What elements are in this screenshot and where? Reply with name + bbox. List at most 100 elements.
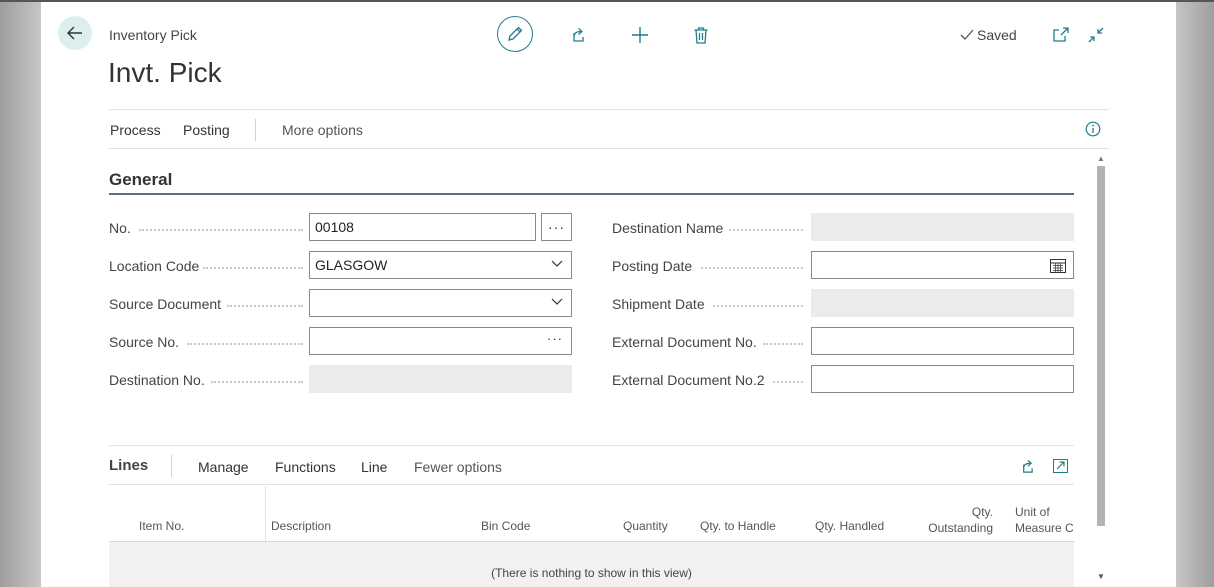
lines-actionbar-separator — [171, 455, 172, 477]
leader-dots — [139, 229, 303, 231]
ellipsis-icon[interactable]: ··· — [547, 331, 563, 346]
column-divider — [265, 486, 266, 542]
new-button[interactable] — [628, 24, 652, 46]
leader-dots — [187, 343, 303, 345]
edit-button[interactable] — [497, 16, 533, 52]
lines-action-line[interactable]: Line — [361, 459, 387, 475]
breadcrumb: Inventory Pick — [109, 27, 197, 43]
field-label-shipment-date: Shipment Date — [612, 296, 705, 312]
save-status-label: Saved — [977, 27, 1017, 43]
source-document-select[interactable] — [309, 289, 572, 317]
action-posting[interactable]: Posting — [183, 122, 230, 138]
external-document-no-field[interactable] — [811, 327, 1074, 355]
back-arrow-icon — [67, 26, 82, 40]
scrollbar[interactable]: ▲ ▼ — [1095, 153, 1107, 587]
posting-date-field[interactable] — [811, 251, 1074, 279]
location-code-select[interactable]: GLASGOW — [309, 251, 572, 279]
back-button[interactable] — [58, 16, 92, 50]
col-header-qty-outstanding[interactable]: Qty. Outstanding — [921, 504, 993, 536]
lines-actionbar-rule — [109, 484, 1074, 485]
actionbar-separator — [255, 119, 256, 141]
calendar-icon[interactable] — [1050, 258, 1066, 273]
page-title: Invt. Pick — [108, 57, 222, 88]
field-label-source-document: Source Document — [109, 296, 222, 312]
lines-top-rule — [109, 445, 1074, 446]
popout-icon — [1053, 27, 1069, 42]
lines-share-button[interactable] — [1016, 457, 1036, 475]
leader-dots — [763, 343, 803, 345]
collapse-button[interactable] — [1085, 25, 1107, 45]
col-header-uom-line1: Unit of — [1015, 505, 1050, 519]
actionbar-top-rule — [109, 109, 1109, 110]
col-header-description[interactable]: Description — [271, 518, 331, 534]
col-header-uom-line2: Measure Co — [1015, 521, 1074, 535]
expand-icon — [1052, 459, 1068, 473]
leader-dots — [701, 267, 803, 269]
page-card: Inventory Pick Invt. Pick Saved Process … — [41, 2, 1176, 587]
save-status: Saved — [960, 27, 1017, 43]
source-no-field[interactable]: ··· — [309, 327, 572, 355]
lines-action-fewer-options[interactable]: Fewer options — [414, 459, 502, 475]
chevron-down-icon — [551, 260, 563, 267]
field-label-external-document-no-2: External Document No.2 — [612, 372, 765, 388]
delete-button[interactable] — [690, 24, 712, 46]
share-button[interactable] — [565, 24, 589, 46]
destination-name-field — [811, 213, 1074, 241]
general-section-rule — [109, 193, 1074, 195]
actionbar-bottom-rule — [109, 148, 1109, 149]
lines-action-manage[interactable]: Manage — [198, 459, 249, 475]
action-more-options[interactable]: More options — [282, 122, 363, 138]
leader-dots — [729, 229, 803, 231]
trash-icon — [694, 26, 708, 44]
collapse-icon — [1088, 27, 1104, 43]
pencil-icon — [508, 26, 523, 41]
field-label-destination-name: Destination Name — [612, 220, 724, 236]
field-label-posting-date: Posting Date — [612, 258, 693, 274]
scroll-thumb[interactable] — [1097, 166, 1105, 526]
leader-dots — [713, 305, 803, 307]
lines-empty-area — [109, 542, 1074, 587]
ellipsis-icon: ··· — [548, 219, 565, 235]
field-label-no: No. — [109, 220, 131, 236]
col-header-quantity[interactable]: Quantity — [623, 518, 668, 534]
field-label-destination-no: Destination No. — [109, 372, 205, 388]
background-left — [0, 0, 41, 587]
external-document-no-2-field[interactable] — [811, 365, 1074, 393]
col-header-item-no[interactable]: Item No. — [139, 518, 184, 534]
leader-dots — [773, 381, 803, 383]
general-section-title[interactable]: General — [109, 170, 172, 190]
lines-empty-message: (There is nothing to show in this view) — [491, 566, 692, 580]
background-right — [1176, 0, 1214, 587]
scroll-up-arrow[interactable]: ▲ — [1097, 155, 1105, 163]
col-header-bin-code[interactable]: Bin Code — [481, 518, 530, 534]
destination-no-field — [309, 365, 572, 393]
leader-dots — [227, 305, 303, 307]
col-header-unit-of-measure-code[interactable]: Unit of Measure Co — [1015, 504, 1074, 536]
field-label-source-no: Source No. — [109, 334, 180, 350]
chevron-down-icon — [551, 298, 563, 305]
shipment-date-field — [811, 289, 1074, 317]
field-label-external-document-no: External Document No. — [612, 334, 757, 350]
col-header-qty-outstanding-line1: Qty. — [971, 505, 993, 519]
scroll-down-arrow[interactable]: ▼ — [1097, 573, 1105, 581]
lines-expand-button[interactable] — [1050, 457, 1070, 475]
checkmark-icon — [960, 29, 974, 40]
col-header-qty-outstanding-line2: Outstanding — [928, 521, 993, 535]
location-code-value: GLASGOW — [315, 257, 388, 273]
col-header-qty-to-handle[interactable]: Qty. to Handle — [700, 518, 776, 534]
col-header-qty-handled[interactable]: Qty. Handled — [815, 518, 884, 534]
leader-dots — [203, 267, 303, 269]
plus-icon — [632, 27, 648, 43]
no-assist-button[interactable]: ··· — [541, 213, 572, 241]
field-label-location-code: Location Code — [109, 258, 200, 274]
leader-dots — [211, 381, 303, 383]
lines-section-title[interactable]: Lines — [109, 457, 148, 474]
no-field[interactable]: 00108 — [309, 213, 536, 241]
info-icon — [1085, 121, 1101, 137]
open-new-window-button[interactable] — [1050, 25, 1072, 45]
factbox-toggle-button[interactable] — [1084, 120, 1102, 138]
share-icon — [573, 28, 584, 42]
lines-action-functions[interactable]: Functions — [275, 459, 336, 475]
share-icon — [1022, 459, 1033, 473]
action-process[interactable]: Process — [110, 122, 161, 138]
